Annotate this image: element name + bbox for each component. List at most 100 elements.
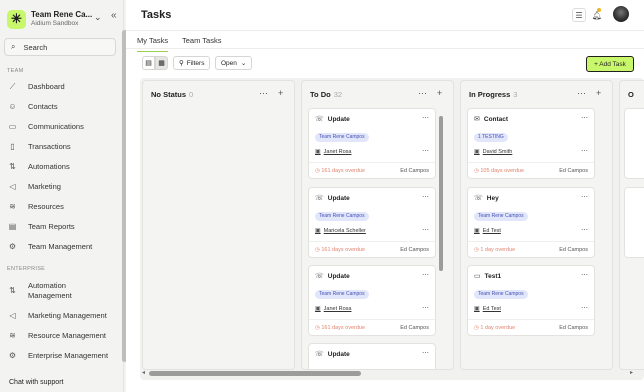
sidebar: ✳ Team Rene Ca... Aidium Sandbox ⌄ « ⌕ S… xyxy=(0,0,127,392)
report-icon: ▤ xyxy=(8,222,17,231)
sidebar-item-marketing[interactable]: ◁ Marketing xyxy=(8,182,61,191)
sidebar-item-label: Team Reports xyxy=(28,222,75,231)
chat-support-link[interactable]: Chat with support xyxy=(9,379,63,386)
task-card[interactable] xyxy=(624,108,644,179)
chevron-down-icon[interactable]: ⌄ xyxy=(94,12,102,23)
task-card[interactable]: ▭ Test1 ⋯ Team Rene Campos ▣ Ed Test ⋯ ◷ 1… xyxy=(467,265,595,336)
more-icon[interactable]: ⋯ xyxy=(581,271,588,279)
sidebar-item-label: Dashboard xyxy=(28,82,65,91)
database-icon: ≋ xyxy=(9,202,16,211)
sidebar-item-contacts[interactable]: ☺ Contacts xyxy=(8,102,57,111)
more-icon[interactable]: ⋯ xyxy=(422,349,429,357)
more-icon[interactable]: ⋯ xyxy=(581,226,588,234)
scroll-left-icon[interactable]: ◂ xyxy=(142,369,145,376)
collapse-sidebar-icon[interactable]: « xyxy=(111,10,117,21)
filters-button[interactable]: ⚲ Filters xyxy=(173,56,211,70)
plus-icon[interactable]: + xyxy=(278,88,283,98)
more-icon[interactable]: ⋯ xyxy=(422,193,429,201)
more-icon[interactable]: ⋯ xyxy=(581,114,588,122)
more-icon[interactable]: ⋯ xyxy=(581,304,588,312)
workspace-logo: ✳ xyxy=(7,9,26,29)
sidebar-item-label: Automations xyxy=(28,162,70,171)
list-view-icon[interactable]: ☰ xyxy=(572,8,586,22)
search-icon: ⌕ xyxy=(11,42,16,51)
more-icon[interactable]: ⋯ xyxy=(581,193,588,201)
assignee: Ed Campos xyxy=(400,325,429,331)
column-scrollbar[interactable] xyxy=(439,116,443,271)
more-icon[interactable]: ⋯ xyxy=(422,147,429,155)
more-icon[interactable]: ⋯ xyxy=(422,226,429,234)
more-icon[interactable]: ⋯ xyxy=(422,271,429,279)
sidebar-item-resource-management[interactable]: ≋ Resource Management xyxy=(8,331,106,340)
mail-icon: ✉ xyxy=(474,116,480,123)
more-icon[interactable]: ⋯ xyxy=(418,88,427,99)
task-title: Hey xyxy=(486,194,499,202)
column-title: To Do xyxy=(310,90,331,99)
task-card[interactable]: ☏ Update ⋯ Team Rene Campos ▣ Janet Rosa ⋯… xyxy=(308,108,436,179)
plus-icon[interactable]: + xyxy=(596,88,601,98)
related-contact: David Smith xyxy=(482,148,513,155)
workspace-switcher[interactable]: ✳ Team Rene Ca... Aidium Sandbox ⌄ xyxy=(7,8,121,30)
search-input[interactable]: ⌕ Search xyxy=(4,38,116,56)
sidebar-item-resources[interactable]: ≋ Resources xyxy=(8,202,64,211)
task-title: Update xyxy=(327,272,350,280)
workspace-name: Team Rene Ca... xyxy=(31,10,93,19)
avatar[interactable] xyxy=(613,6,629,22)
sidebar-item-transactions[interactable]: ▯ Transactions xyxy=(8,142,70,151)
more-icon[interactable]: ⋯ xyxy=(259,88,268,99)
sidebar-item-dashboard[interactable]: ⟋ Dashboard xyxy=(8,82,65,91)
task-card[interactable]: ☏ Update ⋯ xyxy=(308,343,436,369)
automation-icon: ⇅ xyxy=(9,162,16,171)
phone-icon: ☏ xyxy=(315,116,324,123)
related-contact-link[interactable]: ▣ Janet Rosa xyxy=(315,148,352,156)
task-card[interactable]: ☏ Update ⋯ Team Rene Campos ▣ Janet Rosa ⋯… xyxy=(308,265,436,336)
more-icon[interactable]: ⋯ xyxy=(422,114,429,122)
task-card[interactable] xyxy=(624,187,644,258)
column-header: O xyxy=(628,90,634,99)
task-title: Contact xyxy=(483,115,509,123)
column-title: No Status xyxy=(151,90,187,99)
sidebar-item-marketing-management[interactable]: ◁ Marketing Management xyxy=(8,311,107,320)
task-card[interactable]: ✉ Contact ⋯ 1 TESTING ▣ David Smith ⋯ ◷ 10… xyxy=(467,108,595,179)
sidebar-item-label: Enterprise Management xyxy=(28,351,109,360)
plus-icon[interactable]: + xyxy=(437,88,442,98)
sidebar-item-label: Marketing Management xyxy=(28,311,107,320)
gear-icon: ⚙ xyxy=(8,351,17,360)
due-status: ◷ 1 day overdue xyxy=(474,247,516,253)
sidebar-item-automation-management[interactable]: ⇅ Automation Management xyxy=(8,281,88,301)
related-contact-link[interactable]: ▣ David Smith xyxy=(474,148,513,156)
column-count: 32 xyxy=(333,90,343,99)
automation-icon: ⇅ xyxy=(9,286,16,295)
related-contact-link[interactable]: ▣ Janet Rosa xyxy=(315,305,352,313)
sidebar-item-communications[interactable]: ▭ Communications xyxy=(8,122,84,131)
sidebar-item-label: Automation Management xyxy=(28,281,72,300)
tab-team-tasks[interactable]: Team Tasks xyxy=(182,36,221,45)
status-dropdown[interactable]: Open ⌄ xyxy=(215,56,253,70)
sidebar-item-automations[interactable]: ⇅ Automations xyxy=(8,162,70,171)
contact-card-icon: ▣ xyxy=(315,228,321,234)
sidebar-item-team-reports[interactable]: ▤ Team Reports xyxy=(8,222,75,231)
related-contact-link[interactable]: ▣ Ed Test xyxy=(474,305,501,313)
sidebar-item-enterprise-management[interactable]: ⚙ Enterprise Management xyxy=(8,351,108,360)
megaphone-icon: ◁ xyxy=(9,182,16,191)
related-contact-link[interactable]: ▣ Maricela Scheller xyxy=(315,227,366,235)
add-task-button[interactable]: + Add Task xyxy=(586,56,634,72)
sidebar-item-label: Resource Management xyxy=(28,331,106,340)
board-view-button[interactable]: ▦ xyxy=(155,56,168,70)
chat-icon: ▭ xyxy=(474,273,481,280)
tab-my-tasks[interactable]: My Tasks xyxy=(137,36,169,52)
column-count: 3 xyxy=(513,90,518,99)
task-card[interactable]: ☏ Hey ⋯ Team Rene Campos ▣ Ed Test ⋯ ◷ 1 d… xyxy=(467,187,595,258)
task-card[interactable]: ☏ Update ⋯ Team Rene Campos ▣ Maricela Sch… xyxy=(308,187,436,258)
assignee: Ed Campos xyxy=(400,247,429,253)
more-icon[interactable]: ⋯ xyxy=(581,147,588,155)
phone-icon: ☏ xyxy=(315,195,324,202)
contact-card-icon: ▣ xyxy=(474,228,480,234)
more-icon[interactable]: ⋯ xyxy=(577,88,586,99)
more-icon[interactable]: ⋯ xyxy=(422,304,429,312)
sidebar-item-team-management[interactable]: ⚙ Team Management xyxy=(8,242,92,251)
list-view-button[interactable]: ▤ xyxy=(142,56,155,70)
horizontal-scrollbar[interactable] xyxy=(149,371,361,376)
scroll-right-icon[interactable]: ▸ xyxy=(630,369,633,376)
related-contact-link[interactable]: ▣ Ed Test xyxy=(474,227,501,235)
